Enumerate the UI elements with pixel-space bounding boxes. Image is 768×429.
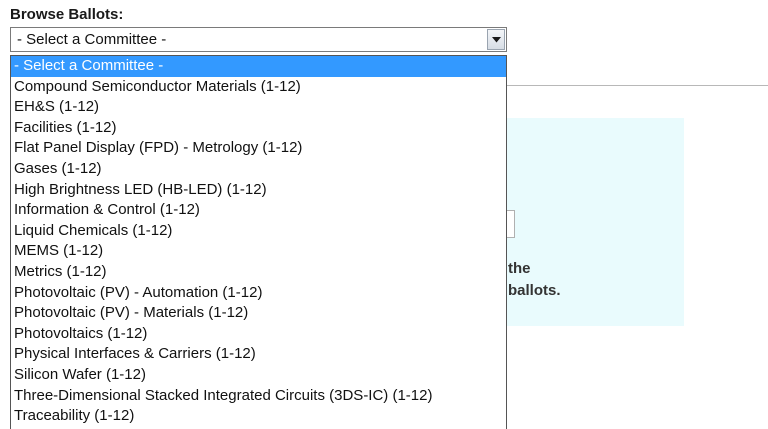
dropdown-option[interactable]: Photovoltaic (PV) - Materials (1-12) — [11, 303, 506, 324]
panel-input-field[interactable] — [507, 210, 515, 238]
chevron-down-icon — [492, 37, 501, 43]
dropdown-option[interactable]: Information & Control (1-12) — [11, 200, 506, 221]
committee-select[interactable]: - Select a Committee - — [10, 27, 507, 52]
dropdown-option[interactable]: Three-Dimensional Stacked Integrated Cir… — [11, 386, 506, 407]
dropdown-option[interactable]: Photovoltaic (PV) - Automation (1-12) — [11, 283, 506, 304]
dropdown-option[interactable]: Facilities (1-12) — [11, 118, 506, 139]
dropdown-option[interactable]: - Select a Committee - — [11, 56, 506, 77]
dropdown-option[interactable]: Compound Semiconductor Materials (1-12) — [11, 77, 506, 98]
divider-line — [507, 85, 768, 86]
dropdown-option[interactable]: Physical Interfaces & Carriers (1-12) — [11, 344, 506, 365]
committee-dropdown-list[interactable]: - Select a Committee - Compound Semicondu… — [10, 55, 507, 429]
dropdown-option[interactable]: EH&S (1-12) — [11, 97, 506, 118]
page: Browse Ballots: - Select a Committee - t… — [0, 0, 768, 429]
dropdown-option[interactable]: Silicon Wafer (1-12) — [11, 365, 506, 386]
dropdown-arrow-button[interactable] — [487, 29, 505, 50]
dropdown-option[interactable]: Metrics (1-12) — [11, 262, 506, 283]
dropdown-option[interactable]: Traceability (1-12) — [11, 406, 506, 427]
committee-select-value: - Select a Committee - — [17, 31, 167, 48]
panel-text-line-1: the — [508, 260, 531, 277]
dropdown-option[interactable]: Gases (1-12) — [11, 159, 506, 180]
dropdown-option[interactable]: Flat Panel Display (FPD) - Metrology (1-… — [11, 138, 506, 159]
dropdown-option[interactable]: Photovoltaics (1-12) — [11, 324, 506, 345]
panel-text-line-2: ballots. — [508, 282, 561, 299]
browse-ballots-label: Browse Ballots: — [10, 6, 124, 23]
dropdown-option[interactable]: Liquid Chemicals (1-12) — [11, 221, 506, 242]
dropdown-option[interactable]: MEMS (1-12) — [11, 241, 506, 262]
dropdown-option[interactable]: High Brightness LED (HB-LED) (1-12) — [11, 180, 506, 201]
